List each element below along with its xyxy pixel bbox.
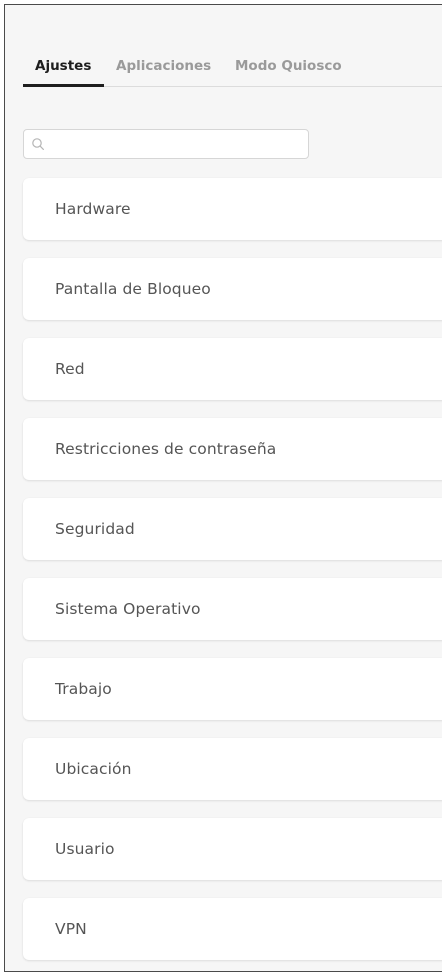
settings-item-sistema-operativo[interactable]: Sistema Operativo bbox=[23, 578, 442, 640]
settings-item-label: Hardware bbox=[55, 200, 131, 218]
settings-item-hardware[interactable]: Hardware bbox=[23, 178, 442, 240]
search-icon bbox=[32, 138, 44, 150]
tab-bar: Ajustes Aplicaciones Modo Quiosco bbox=[5, 5, 442, 91]
settings-item-label: Restricciones de contraseña bbox=[55, 440, 277, 458]
settings-item-red[interactable]: Red bbox=[23, 338, 442, 400]
settings-item-vpn[interactable]: VPN bbox=[23, 898, 442, 960]
settings-list: Hardware Pantalla de Bloqueo Red Restric… bbox=[23, 178, 442, 960]
settings-item-label: Ubicación bbox=[55, 760, 132, 778]
tab-modo-quiosco[interactable]: Modo Quiosco bbox=[235, 57, 342, 75]
settings-item-label: VPN bbox=[55, 920, 87, 938]
search-input[interactable] bbox=[50, 130, 306, 158]
settings-item-label: Usuario bbox=[55, 840, 115, 858]
tab-ajustes[interactable]: Ajustes bbox=[35, 57, 91, 75]
active-tab-indicator bbox=[23, 84, 104, 87]
settings-panel: Ajustes Aplicaciones Modo Quiosco Hardwa… bbox=[4, 4, 442, 972]
settings-item-ubicacion[interactable]: Ubicación bbox=[23, 738, 442, 800]
settings-item-restricciones-de-contrasena[interactable]: Restricciones de contraseña bbox=[23, 418, 442, 480]
search-box[interactable] bbox=[23, 129, 309, 159]
settings-item-label: Sistema Operativo bbox=[55, 600, 201, 618]
settings-item-usuario[interactable]: Usuario bbox=[23, 818, 442, 880]
settings-item-pantalla-de-bloqueo[interactable]: Pantalla de Bloqueo bbox=[23, 258, 442, 320]
tab-aplicaciones[interactable]: Aplicaciones bbox=[116, 57, 211, 75]
settings-item-seguridad[interactable]: Seguridad bbox=[23, 498, 442, 560]
settings-item-label: Pantalla de Bloqueo bbox=[55, 280, 211, 298]
settings-item-label: Red bbox=[55, 360, 85, 378]
settings-item-label: Trabajo bbox=[55, 680, 112, 698]
settings-item-label: Seguridad bbox=[55, 520, 135, 538]
settings-item-trabajo[interactable]: Trabajo bbox=[23, 658, 442, 720]
